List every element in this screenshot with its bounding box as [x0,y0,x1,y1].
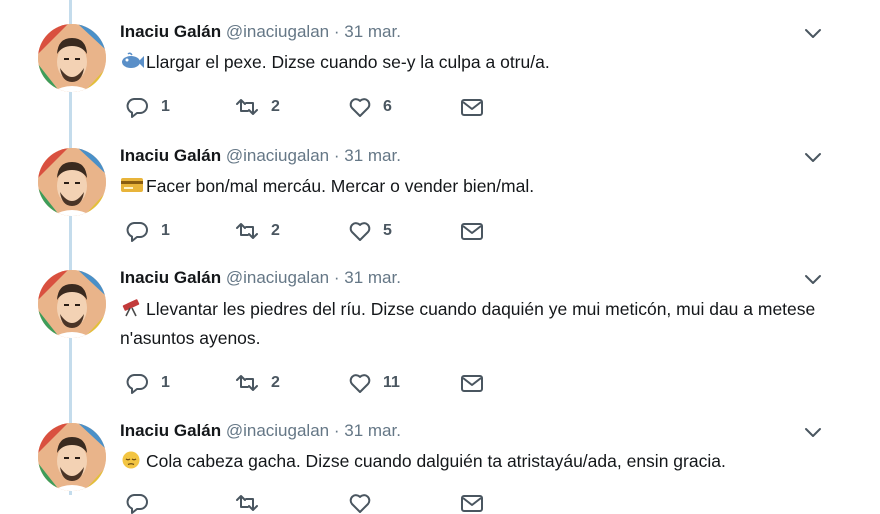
retweet-button[interactable] [234,492,260,514]
separator-dot: · [333,421,340,440]
author-handle[interactable]: @inaciugalan [226,421,329,440]
avatar[interactable] [38,24,106,92]
retweet-icon [236,495,258,511]
avatar[interactable] [38,423,106,491]
chevron-down-icon[interactable] [802,425,824,441]
tweet-text: Llevantar les piedres del ríu. Dizse cua… [120,295,820,353]
direct-message-button[interactable] [460,96,484,118]
tweet-date[interactable]: 31 mar. [344,146,401,165]
direct-message-button[interactable] [460,220,484,242]
heart-icon [349,98,371,117]
chevron-down-icon[interactable] [802,272,824,288]
avatar[interactable] [38,270,106,338]
telescope-icon [122,299,140,317]
retweet-icon [236,375,258,391]
like-button[interactable]: 5 [348,220,392,242]
reply-button[interactable]: 1 [126,220,170,242]
reply-icon [126,374,148,394]
like-button[interactable]: 11 [348,372,400,394]
reply-icon [126,494,148,514]
heart-icon [349,494,371,513]
author-name[interactable]: Inaciu Galán [120,22,221,41]
reply-icon [126,222,148,242]
tweet-header: Inaciu Galán @inaciugalan · 31 mar. [120,146,401,166]
tweet-date[interactable]: 31 mar. [344,22,401,41]
like-count: 6 [383,98,392,115]
direct-message-button[interactable] [460,492,484,514]
tweet-header: Inaciu Galán @inaciugalan · 31 mar. [120,421,401,441]
chevron-down-icon[interactable] [802,150,824,166]
retweet-icon [236,223,258,239]
like-count: 5 [383,222,392,239]
retweet-icon [236,99,258,115]
tweet-text-content: Llargar el pexe. Dizse cuando se-y la cu… [146,52,550,72]
fish-icon [122,52,144,68]
envelope-icon [461,495,483,512]
tweet-text-content: Llevantar les piedres del ríu. Dizse cua… [120,299,816,348]
heart-icon [349,374,371,393]
reply-count: 1 [161,98,170,115]
tweet-header: Inaciu Galán @inaciugalan · 31 mar. [120,22,401,42]
envelope-icon [461,223,483,240]
tweet-text: Cola cabeza gacha. Dizse cuando dalguién… [120,447,820,476]
pensive-face-icon [122,451,140,469]
chevron-down-icon[interactable] [802,26,824,42]
retweet-count: 2 [271,374,280,391]
retweet-button[interactable]: 2 [234,372,280,394]
like-count: 11 [383,374,400,391]
author-handle[interactable]: @inaciugalan [226,22,329,41]
tweet-text: Facer bon/mal mercáu. Mercar o vender bi… [120,172,820,201]
reply-button[interactable]: 1 [126,96,170,118]
reply-icon [126,98,148,118]
author-handle[interactable]: @inaciugalan [226,268,329,287]
reply-button[interactable] [126,492,150,514]
envelope-icon [461,375,483,392]
retweet-count: 2 [271,222,280,239]
tweet-header: Inaciu Galán @inaciugalan · 31 mar. [120,268,401,288]
tweet-text: Llargar el pexe. Dizse cuando se-y la cu… [120,48,820,77]
retweet-button[interactable]: 2 [234,220,280,242]
separator-dot: · [333,268,340,287]
tweet-text-content: Facer bon/mal mercáu. Mercar o vender bi… [146,176,535,196]
direct-message-button[interactable] [460,372,484,394]
author-handle[interactable]: @inaciugalan [226,146,329,165]
reply-button[interactable]: 1 [126,372,170,394]
reply-count: 1 [161,222,170,239]
envelope-icon [461,99,483,116]
author-name[interactable]: Inaciu Galán [120,421,221,440]
avatar[interactable] [38,148,106,216]
like-button[interactable] [348,492,372,514]
separator-dot: · [333,22,340,41]
separator-dot: · [333,146,340,165]
author-name[interactable]: Inaciu Galán [120,146,221,165]
retweet-count: 2 [271,98,280,115]
tweet-date[interactable]: 31 mar. [344,268,401,287]
tweet-text-content: Cola cabeza gacha. Dizse cuando dalguién… [146,451,726,471]
like-button[interactable]: 6 [348,96,392,118]
heart-icon [349,222,371,241]
tweet-date[interactable]: 31 mar. [344,421,401,440]
reply-count: 1 [161,374,170,391]
credit-card-icon [121,178,143,192]
retweet-button[interactable]: 2 [234,96,280,118]
author-name[interactable]: Inaciu Galán [120,268,221,287]
